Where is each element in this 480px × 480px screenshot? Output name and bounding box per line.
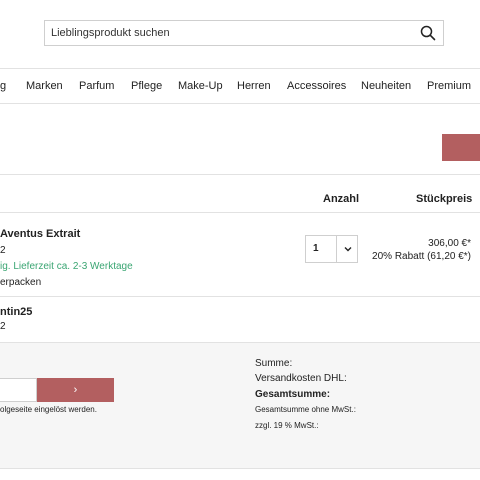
delivery-time: ig. Lieferzeit ca. 2-3 Werktage <box>0 261 133 272</box>
voucher-submit-button[interactable]: › <box>37 378 114 402</box>
vat-label: zzgl. 19 % MwSt.: <box>255 421 319 430</box>
gift-wrap-label: erpacken <box>0 277 42 288</box>
voucher-input[interactable] <box>0 378 37 402</box>
voucher-note: olgeseite eingelöst werden. <box>0 405 97 414</box>
nav-item-pflege[interactable]: Pflege <box>131 69 162 103</box>
search-icon <box>420 25 436 41</box>
quantity-value: 1 <box>313 243 319 254</box>
column-header-unit-price: Stückpreis <box>416 193 473 205</box>
product-name[interactable]: Aventus Extrait <box>0 228 80 240</box>
column-header-quantity: Anzahl <box>323 193 360 205</box>
chevron-right-icon: › <box>73 384 78 396</box>
main-nav: g Marken Parfum Pflege Make-Up Herren Ac… <box>0 69 480 103</box>
nav-item-accessoires[interactable]: Accessoires <box>287 69 346 103</box>
nav-item-herren[interactable]: Herren <box>237 69 271 103</box>
nav-divider-bottom <box>0 103 480 104</box>
nav-item-premium[interactable]: Premium <box>427 69 471 103</box>
quantity-divider <box>336 236 337 262</box>
subtotal-label: Summe: <box>255 358 293 369</box>
summary-divider <box>0 468 480 469</box>
quantity-select[interactable]: 1 <box>305 235 358 263</box>
coupon-detail: 2 <box>0 321 6 332</box>
nav-item-make-up[interactable]: Make-Up <box>178 69 223 103</box>
table-divider <box>0 174 480 175</box>
shipping-label: Versandkosten DHL: <box>255 373 347 384</box>
nav-item-parfum[interactable]: Parfum <box>79 69 114 103</box>
unit-price: 306,00 €* <box>428 238 471 249</box>
table-divider <box>0 212 480 213</box>
search-box <box>44 20 444 46</box>
table-divider <box>0 342 480 343</box>
total-label: Gesamtsumme: <box>255 389 331 400</box>
table-divider <box>0 296 480 297</box>
search-button[interactable] <box>417 23 439 43</box>
chevron-down-icon <box>344 247 352 252</box>
nav-item-partial[interactable]: g <box>0 69 6 103</box>
checkout-button[interactable] <box>442 134 480 161</box>
nav-item-neuheiten[interactable]: Neuheiten <box>361 69 411 103</box>
search-input[interactable] <box>45 21 405 45</box>
product-detail: 2 <box>0 245 6 256</box>
coupon-code: ntin25 <box>0 306 33 318</box>
discount-text: 20% Rabatt (61,20 €*) <box>372 251 471 262</box>
net-total-label: Gesamtsumme ohne MwSt.: <box>255 405 356 414</box>
nav-item-marken[interactable]: Marken <box>26 69 63 103</box>
